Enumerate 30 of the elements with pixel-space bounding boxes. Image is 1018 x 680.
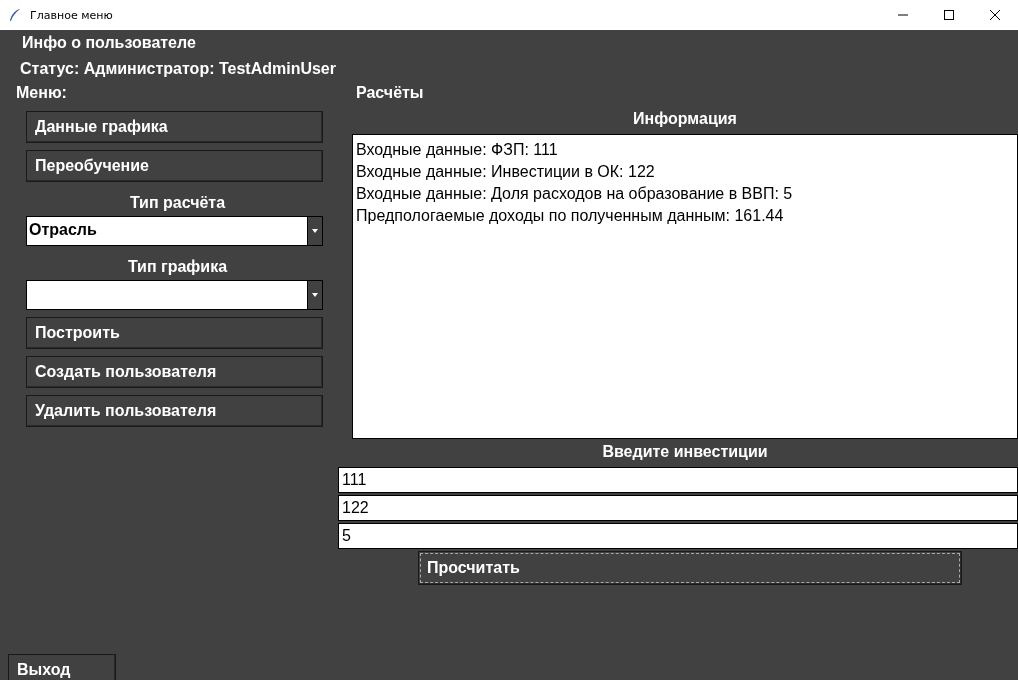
- menu-button[interactable]: Данные графика: [26, 111, 323, 143]
- maximize-icon[interactable]: [944, 10, 954, 20]
- dropdown-arrow-icon: [312, 293, 318, 297]
- user-info-title: Инфо о пользователе: [22, 34, 197, 53]
- input-field[interactable]: 122: [338, 495, 1018, 521]
- info-line: Входные данные: Доля расходов на образование в ВВП: 5: [356, 184, 793, 204]
- calculate-button[interactable]: Просчитать: [418, 551, 962, 585]
- feather-icon: [8, 8, 22, 22]
- menu-button[interactable]: Построить: [26, 317, 323, 349]
- status-text: Статус: Администратор: TestAdminUser: [20, 60, 337, 79]
- info-line: Предпологаемые доходы по полученным данным: 161.44: [356, 206, 784, 226]
- menu-label: Меню:: [16, 84, 68, 103]
- dropdown[interactable]: [26, 280, 323, 310]
- input-field[interactable]: 111: [338, 467, 1018, 493]
- exit-button[interactable]: Выход: [8, 654, 116, 680]
- dropdown[interactable]: Отрасль: [26, 216, 323, 246]
- dropdown-arrow-icon: [312, 229, 318, 233]
- close-icon[interactable]: [990, 10, 1000, 20]
- input-title: Введите инвестиции: [601, 443, 769, 462]
- window-title: Главное меню: [30, 8, 114, 22]
- menu-button[interactable]: Удалить пользователя: [26, 395, 323, 427]
- info-line: Входные данные: ФЗП: 111: [356, 140, 558, 160]
- menu-button[interactable]: Переобучение: [26, 150, 323, 182]
- info-title: Информация: [632, 110, 738, 129]
- menu-button[interactable]: Создать пользователя: [26, 356, 323, 388]
- field-label: Тип расчёта: [128, 194, 227, 213]
- info-line: Входные данные: Инвестиции в ОК: 122: [356, 162, 655, 182]
- input-field[interactable]: 5: [338, 523, 1018, 549]
- section-title: Расчёты: [356, 84, 425, 103]
- field-label: Тип графика: [126, 258, 229, 277]
